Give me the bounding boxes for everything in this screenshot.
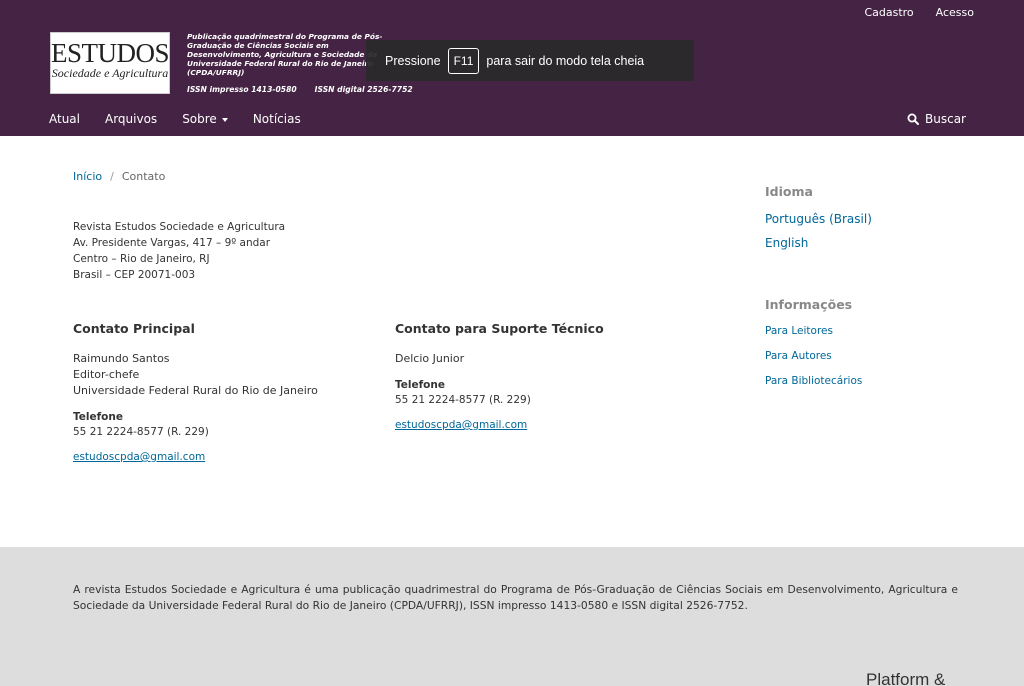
register-link[interactable]: Cadastro [864,6,913,19]
breadcrumb-home[interactable]: Início [73,170,102,183]
f11-key: F11 [447,47,480,74]
phone-number: 55 21 2224-8577 (R. 229) [395,394,531,406]
phone-number: 55 21 2224-8577 (R. 229) [73,426,209,438]
info-librarians-link[interactable]: Para Bibliotecários [765,374,965,388]
nav-archives[interactable]: Arquivos [105,112,157,126]
principal-contact: Contato Principal Raimundo Santos Editor… [73,321,373,463]
login-link[interactable]: Acesso [936,6,974,19]
principal-contact-heading: Contato Principal [73,321,195,336]
nav-about-label: Sobre [182,112,217,126]
nav-news[interactable]: Notícias [253,112,301,126]
issn-print: ISSN impresso 1413-0580 [187,85,297,94]
main-nav: Atual Arquivos Sobre Notícias [49,112,326,126]
address-line: Revista Estudos Sociedade e Agricultura [73,221,286,233]
language-block: Idioma Português (Brasil) English [765,184,965,251]
info-readers-link[interactable]: Para Leitores [765,324,965,338]
address-line: Centro – Rio de Janeiro, RJ [73,253,210,265]
support-contact-heading: Contato para Suporte Técnico [395,321,604,336]
breadcrumb-current: Contato [121,170,166,183]
sidebar: Idioma Português (Brasil) English Inform… [765,184,965,399]
language-heading: Idioma [765,184,813,199]
information-heading: Informações [765,297,853,312]
journal-logo[interactable]: ESTUDOS Sociedade e Agricultura [50,32,170,94]
mailing-address: Revista Estudos Sociedade e Agricultura … [73,219,285,283]
logo-title: ESTUDOS [51,38,170,68]
language-portuguese[interactable]: Português (Brasil) [765,211,965,227]
support-email-link[interactable]: estudoscpda@gmail.com [395,419,527,431]
search-icon [907,113,920,125]
platform-brand-link[interactable]: Platform & [866,670,945,686]
journal-tagline: Publicação quadrimestral do Programa de … [187,32,383,77]
contact-name: Delcio Junior [395,352,465,365]
breadcrumb: Início / Contato [73,170,165,183]
search-link[interactable]: Buscar [907,112,966,126]
breadcrumb-separator: / [110,170,114,183]
search-label: Buscar [925,112,966,126]
phone-label: Telefone [395,379,445,391]
logo-subtitle: Sociedade e Agricultura [51,66,169,80]
contact-title: Editor-chefe [73,368,140,381]
language-english[interactable]: English [765,235,965,251]
nav-current[interactable]: Atual [49,112,80,126]
support-contact: Contato para Suporte Técnico Delcio Juni… [395,321,695,431]
contact-name: Raimundo Santos [73,352,170,365]
contact-affiliation: Universidade Federal Rural do Rio de Jan… [73,384,318,397]
footer-text: A revista Estudos Sociedade e Agricultur… [73,583,958,612]
site-footer: A revista Estudos Sociedade e Agricultur… [0,547,1024,686]
issn-digital: ISSN digital 2526-7752 [314,85,413,94]
address-line: Av. Presidente Vargas, 417 – 9º andar [73,237,271,249]
principal-email-link[interactable]: estudoscpda@gmail.com [73,451,205,463]
user-nav: Cadastro Acesso [864,6,974,19]
nav-about[interactable]: Sobre [182,112,228,126]
caret-down-icon [221,117,228,122]
phone-label: Telefone [73,411,123,423]
info-authors-link[interactable]: Para Autores [765,349,965,363]
fullscreen-notice-after: para sair do modo tela cheia [486,53,645,68]
address-line: Brasil – CEP 20071-003 [73,269,196,281]
issn-info: ISSN impresso 1413-0580 ISSN digital 252… [187,85,413,94]
fullscreen-notice: Pressione F11 para sair do modo tela che… [366,40,694,81]
information-block: Informações Para Leitores Para Autores P… [765,297,965,388]
fullscreen-notice-before: Pressione [385,53,441,68]
